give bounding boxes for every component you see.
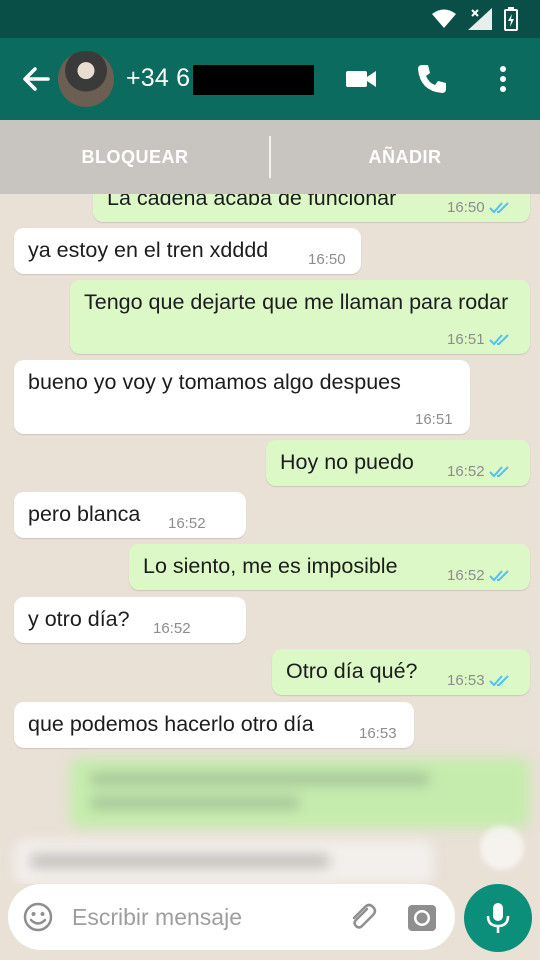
message-text: pero blanca <box>28 502 141 526</box>
message-time: 16:53 <box>447 673 511 689</box>
read-ticks-icon <box>488 202 509 214</box>
arrow-left-icon[interactable] <box>20 63 52 95</box>
message-incoming[interactable]: que podemos hacerlo otro día 16:53 <box>14 702 414 748</box>
signal-icon <box>468 8 492 30</box>
message-input[interactable]: Escribir mensaje <box>72 904 242 931</box>
message-time: 16:52 <box>153 620 191 637</box>
status-bar <box>0 0 540 38</box>
message-time: 16:51 <box>447 332 511 348</box>
add-contact-button[interactable]: AÑADIR <box>270 120 540 194</box>
read-ticks-icon <box>488 570 509 582</box>
message-outgoing[interactable]: Tengo que dejarte que me llaman para rod… <box>70 280 530 354</box>
message-time: 16:51 <box>415 411 453 428</box>
message-incoming[interactable]: ya estoy en el tren xdddd 16:50 <box>14 228 361 274</box>
message-time: 16:52 <box>447 464 511 480</box>
read-ticks-icon <box>488 466 509 478</box>
message-outgoing[interactable]: Hoy no puedo 16:52 <box>266 440 530 486</box>
message-text: bueno yo voy y tomamos algo despues <box>28 370 401 394</box>
phone-icon[interactable] <box>415 62 449 96</box>
battery-icon <box>504 7 518 31</box>
avatar[interactable] <box>58 51 114 107</box>
wifi-icon <box>432 9 456 28</box>
more-vert-icon[interactable] <box>486 62 520 96</box>
redaction-bar <box>193 65 314 95</box>
emoji-icon[interactable] <box>22 901 54 933</box>
message-text: Lo siento, me es imposible <box>143 554 398 578</box>
message-time: 16:50 <box>447 200 511 216</box>
message-text: que podemos hacerlo otro día <box>28 712 314 736</box>
message-time: 16:52 <box>447 568 511 584</box>
message-text: La cadena acaba de funcionar <box>107 194 397 210</box>
message-outgoing[interactable]: Otro día qué? 16:53 <box>272 649 530 695</box>
message-text: Otro día qué? <box>286 659 418 683</box>
unknown-contact-actions: BLOQUEAR AÑADIR <box>0 120 540 194</box>
block-button[interactable]: BLOQUEAR <box>0 120 270 194</box>
message-text: y otro día? <box>28 607 130 631</box>
message-incoming[interactable]: y otro día? 16:52 <box>14 597 246 643</box>
message-composer[interactable]: Escribir mensaje <box>8 884 455 950</box>
message-time: 16:52 <box>168 515 206 532</box>
camera-icon[interactable] <box>406 901 438 933</box>
message-text: Hoy no puedo <box>280 450 414 474</box>
chat-header: +34 6 <box>0 38 540 120</box>
message-incoming[interactable]: pero blanca 16:52 <box>14 492 246 538</box>
voice-message-button[interactable] <box>464 884 532 952</box>
message-list[interactable]: La cadena acaba de funcionar 16:50 ya es… <box>0 194 540 884</box>
message-text: Tengo que dejarte que me llaman para rod… <box>84 290 509 314</box>
message-incoming[interactable]: bueno yo voy y tomamos algo despues 16:5… <box>14 360 470 434</box>
read-ticks-icon <box>488 334 509 346</box>
microphone-icon <box>486 903 510 933</box>
scroll-down-button[interactable] <box>480 826 524 870</box>
contact-name[interactable]: +34 6 <box>126 64 190 93</box>
message-time: 16:53 <box>359 725 397 742</box>
message-outgoing[interactable]: Lo siento, me es imposible 16:52 <box>129 544 530 590</box>
message-time: 16:50 <box>308 251 346 268</box>
video-camera-icon[interactable] <box>344 62 378 96</box>
message-text: ya estoy en el tren xdddd <box>28 238 269 262</box>
paperclip-icon[interactable] <box>346 901 378 933</box>
message-outgoing[interactable]: La cadena acaba de funcionar 16:50 <box>93 194 530 222</box>
read-ticks-icon <box>488 675 509 687</box>
